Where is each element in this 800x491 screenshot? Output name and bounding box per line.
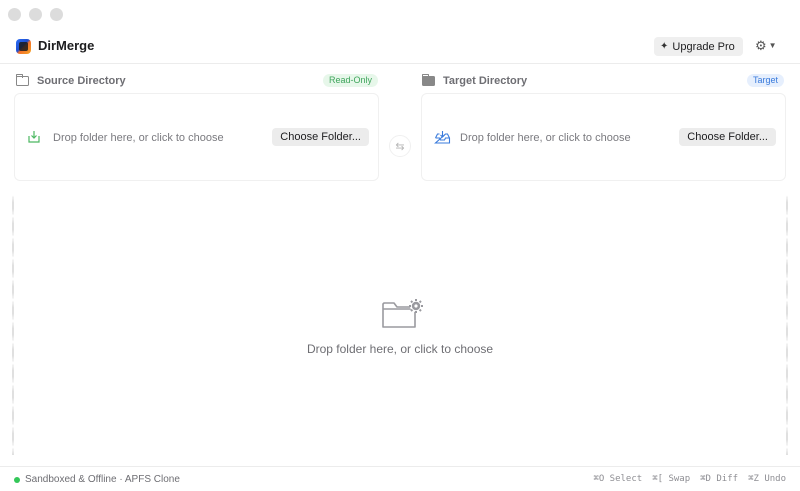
status-indicator-icon (14, 477, 20, 483)
close-window-button[interactable] (8, 8, 21, 21)
source-drop-zone[interactable]: Drop folder here, or click to choose Cho… (14, 93, 379, 181)
source-drop-text: Drop folder here, or click to choose (53, 132, 224, 144)
settings-menu-button[interactable]: ⚙ ▼ (755, 39, 777, 52)
target-section-header: Target Directory (422, 73, 527, 89)
upgrade-pro-button[interactable]: ✦ Upgrade Pro (654, 37, 743, 56)
shortcut-hints: ⌘O Select ⌘[ Swap ⌘D Diff ⌘Z Undo (593, 474, 786, 484)
read-only-badge: Read-Only (323, 74, 379, 87)
status-text: Sandboxed & Offline · APFS Clone (25, 474, 180, 485)
right-dot-guide (786, 195, 788, 455)
swap-arrows-icon: ⇆ (395, 140, 405, 153)
source-section-header: Source Directory (16, 73, 126, 89)
folder-filled-icon (422, 74, 435, 86)
window-controls (8, 8, 63, 21)
folder-settings-icon (382, 299, 423, 328)
target-drop-text: Drop folder here, or click to choose (460, 132, 631, 144)
status-bar: Sandboxed & Offline · APFS Clone ⌘O Sele… (0, 466, 800, 491)
source-directory-label: Source Directory (37, 75, 126, 87)
target-drop-zone[interactable]: Drop folder here, or click to choose Cho… (421, 93, 786, 181)
zoom-window-button[interactable] (50, 8, 63, 21)
download-tray-icon (28, 131, 40, 143)
gear-icon: ⚙ (755, 38, 767, 53)
target-choose-folder-button[interactable]: Choose Folder... (679, 128, 776, 146)
minimize-window-button[interactable] (29, 8, 42, 21)
target-directory-label: Target Directory (443, 75, 528, 87)
app-logo-icon (16, 39, 31, 54)
folder-icon (16, 74, 29, 86)
left-dot-guide (12, 195, 14, 455)
swap-directories-button[interactable]: ⇆ (389, 135, 411, 157)
shortcut-undo: ⌘Z Undo (748, 474, 786, 484)
app-header: DirMerge ✦ Upgrade Pro ⚙ ▼ (0, 34, 800, 64)
chevron-down-icon: ▼ (768, 41, 777, 50)
shortcut-swap: ⌘[ Swap (652, 474, 691, 484)
sparkle-icon: ✦ (660, 41, 669, 52)
inbox-tray-icon (434, 131, 451, 144)
shortcut-select: ⌘O Select (593, 474, 643, 484)
source-choose-folder-button[interactable]: Choose Folder... (272, 128, 369, 146)
app-window: DirMerge ✦ Upgrade Pro ⚙ ▼ Source Direct… (0, 0, 800, 491)
target-badge: Target (747, 74, 785, 87)
shortcut-diff: ⌘D Diff (700, 474, 739, 484)
app-title: DirMerge (38, 38, 95, 53)
upgrade-pro-label: Upgrade Pro (672, 40, 735, 53)
empty-state-text[interactable]: Drop folder here, or click to choose (0, 342, 800, 356)
